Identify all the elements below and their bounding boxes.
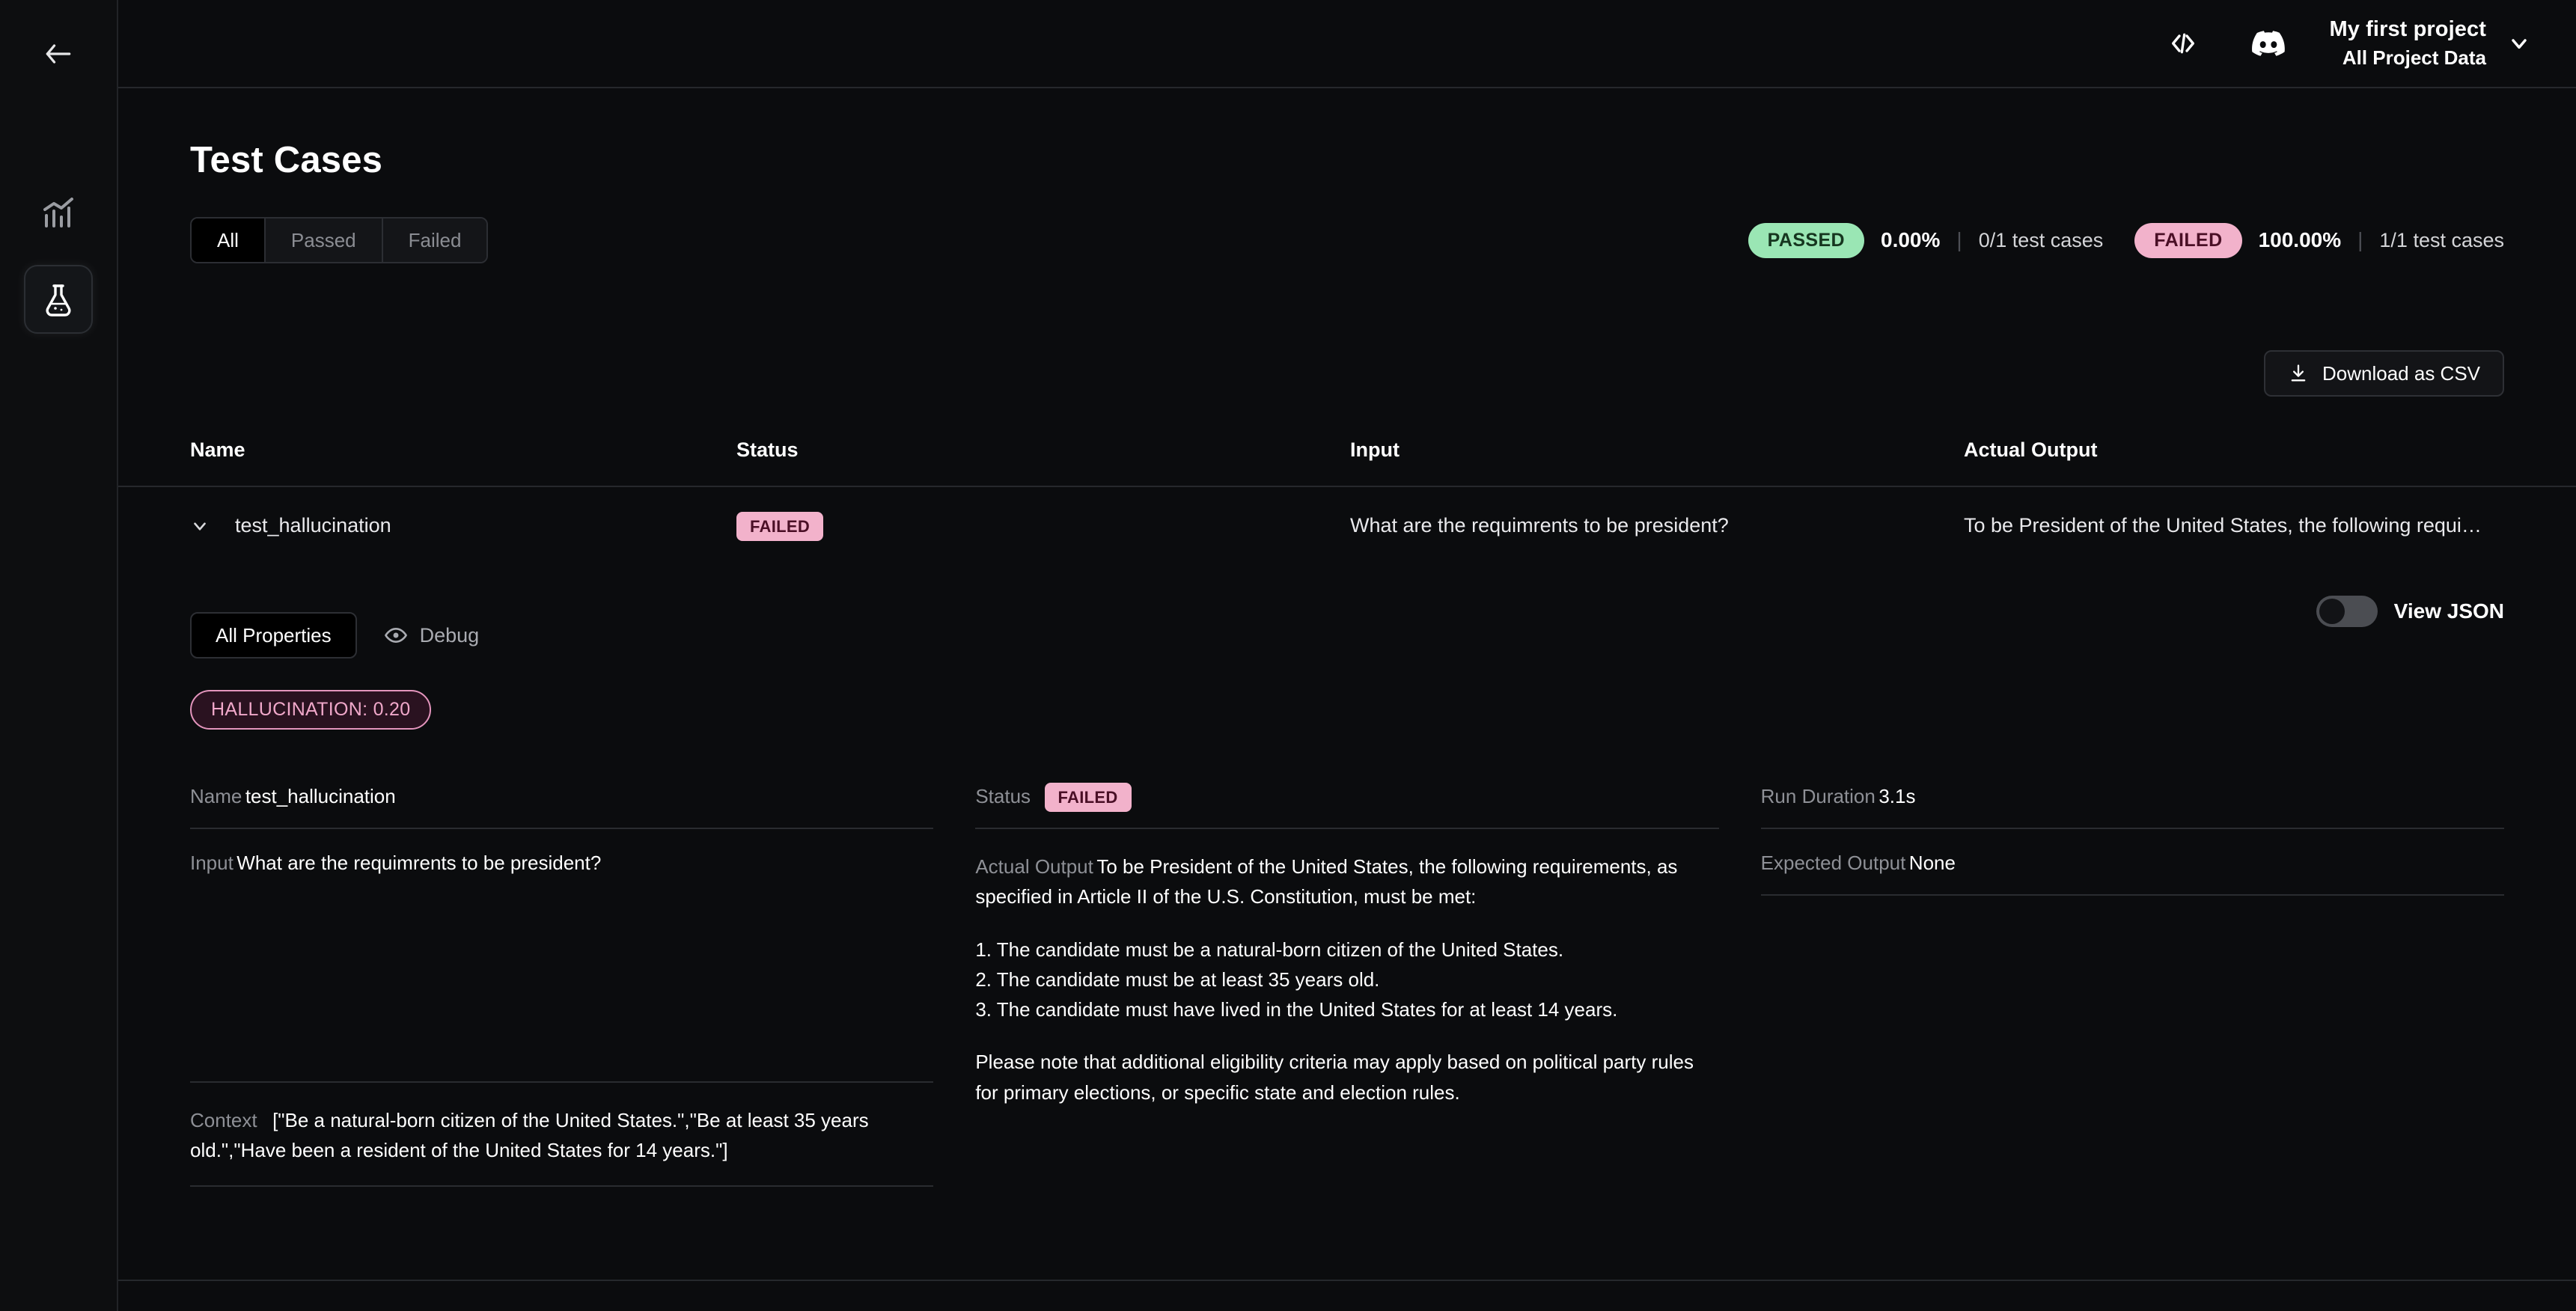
field-actual-output-body: Actual Output To be President of the Uni… [975,852,1718,1107]
toggle-knob [2319,599,2345,624]
project-selector[interactable]: My first project All Project Data [2330,17,2531,70]
field-actual-output: Actual Output To be President of the Uni… [975,852,1718,1127]
failed-badge: FAILED [2134,223,2241,258]
actual-output-paragraph-1: Actual Output To be President of the Uni… [975,852,1718,912]
app-root: My first project All Project Data Test C… [0,0,2576,1311]
passed-separator: | [1956,228,1962,252]
project-name: My first project [2330,17,2486,42]
row-detail-panel: All Properties Debug [118,564,2576,1187]
detail-panels: Name test_hallucination Input What are t… [190,785,2504,1187]
row-input: What are the requimrents to be president… [1350,514,1964,537]
field-name-value: test_hallucination [245,785,396,807]
passed-cases: 0/1 test cases [1979,229,2104,252]
chevron-down-icon[interactable] [190,516,210,536]
detail-panel-right: Run Duration 3.1s Expected Output None [1761,785,2504,1187]
failed-cases: 1/1 test cases [2379,229,2504,252]
field-context: Context ["Be a natural-born citizen of t… [190,1105,933,1187]
field-status: Status FAILED [975,785,1718,829]
status-badge: FAILED [736,512,823,541]
field-input: Input What are the requimrents to be pre… [190,852,933,1083]
main-area: My first project All Project Data Test C… [118,0,2576,1311]
tab-debug[interactable]: Debug [384,623,480,647]
column-header-actual-output: Actual Output [1964,438,2504,462]
project-text: My first project All Project Data [2330,17,2486,70]
field-status-label: Status [975,785,1031,807]
passed-badge: PASSED [1748,223,1864,258]
row-actual-output: To be President of the United States, th… [1964,514,2504,537]
sidebar-item-analytics[interactable] [24,178,93,247]
tab-all[interactable]: All [192,218,266,262]
field-run-duration-value: 3.1s [1878,785,1915,807]
content-area: Test Cases All Passed Failed PASSED 0.00… [118,88,2576,1311]
field-expected-output: Expected Output None [1761,852,2504,896]
column-header-name: Name [190,438,736,462]
tab-failed[interactable]: Failed [383,218,487,262]
bar-chart-icon [40,195,76,230]
field-input-value: What are the requimrents to be president… [236,852,601,874]
passed-percent: 0.00% [1881,228,1940,252]
download-csv-label: Download as CSV [2322,362,2480,385]
column-header-status: Status [736,438,1350,462]
row-name-cell: test_hallucination [190,514,736,537]
stats-summary: PASSED 0.00% | 0/1 test cases FAILED 100… [1748,223,2504,258]
field-status-badge: FAILED [1045,783,1132,812]
failed-percent: 100.00% [2259,228,2342,252]
view-json-label: View JSON [2394,599,2504,623]
chevron-down-icon [2507,31,2531,55]
bottom-divider [118,1280,2576,1281]
stat-failed: FAILED 100.00% | 1/1 test cases [2134,223,2504,258]
arrow-left-icon [42,37,75,70]
field-run-duration: Run Duration 3.1s [1761,785,2504,829]
detail-panel-left: Name test_hallucination Input What are t… [190,785,933,1187]
eye-icon [384,623,408,647]
field-expected-output-label: Expected Output [1761,852,1906,874]
table-row[interactable]: test_hallucination FAILED What are the r… [118,487,2576,564]
status-filter-group: All Passed Failed [190,217,488,263]
toggle-track[interactable] [2316,596,2378,627]
field-name: Name test_hallucination [190,785,933,829]
column-header-input: Input [1350,438,1964,462]
view-json-toggle[interactable]: View JSON [2316,596,2504,627]
project-scope: All Project Data [2330,46,2486,70]
field-run-duration-label: Run Duration [1761,785,1875,807]
detail-tabs: All Properties Debug [190,612,479,658]
row-status-cell: FAILED [736,514,1350,537]
field-expected-output-value: None [1909,852,1956,874]
field-context-inline: Context ["Be a natural-born citizen of t… [190,1105,933,1166]
tab-passed[interactable]: Passed [266,218,383,262]
page-title: Test Cases [190,139,2576,181]
field-context-value: ["Be a natural-born citizen of the Unite… [190,1109,869,1161]
filter-row: All Passed Failed PASSED 0.00% | 0/1 tes… [118,217,2576,263]
table-header-row: Name Status Input Actual Output [118,438,2576,487]
row-name: test_hallucination [235,514,391,537]
code-brackets-icon[interactable] [2159,19,2207,67]
discord-icon[interactable] [2244,19,2292,67]
metric-badge-hallucination: HALLUCINATION: 0.20 [190,690,431,730]
detail-panel-middle: Status FAILED Actual Output To be Presid… [975,785,1718,1187]
field-name-label: Name [190,785,242,807]
actual-output-paragraph-3: Please note that additional eligibility … [975,1047,1718,1107]
detail-toolbar: All Properties Debug [190,564,2504,658]
field-context-label: Context [190,1109,257,1131]
actual-output-paragraph-2: 1. The candidate must be a natural-born … [975,935,1718,1025]
sidebar-item-test-cases[interactable] [24,265,93,334]
flask-icon [40,281,76,317]
stat-passed: PASSED 0.00% | 0/1 test cases [1748,223,2104,258]
tab-all-properties[interactable]: All Properties [190,612,357,658]
topbar: My first project All Project Data [118,0,2576,88]
field-input-spacer [190,875,933,1062]
download-csv-button[interactable]: Download as CSV [2264,350,2504,397]
sidebar [0,0,118,1311]
back-button[interactable] [31,27,85,81]
field-actual-output-label: Actual Output [975,855,1093,878]
failed-separator: | [2357,228,2363,252]
tab-debug-label: Debug [420,624,480,647]
download-row: Download as CSV [118,350,2576,397]
download-icon [2288,363,2309,384]
test-cases-table: Name Status Input Actual Output test_hal… [118,438,2576,1187]
field-input-label: Input [190,852,234,874]
